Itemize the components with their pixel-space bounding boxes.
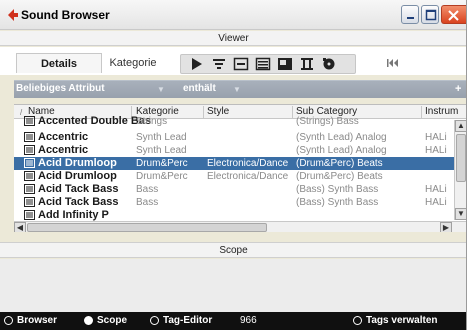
filter-icon[interactable]	[211, 57, 227, 71]
minimize-icon	[407, 17, 414, 19]
cell-sub-category: (Bass) Synth Bass	[296, 184, 379, 195]
preset-icon	[24, 184, 35, 194]
cell-kategorie: Bass	[136, 184, 159, 195]
play-icon[interactable]	[189, 57, 205, 71]
tag-editor-label[interactable]: Tag-Editor	[163, 315, 212, 326]
preset-icon	[24, 197, 35, 207]
tags-manage-label[interactable]: Tags verwalten	[366, 315, 438, 326]
scroll-right-button[interactable]: ▶	[440, 222, 452, 232]
skip-to-start-icon[interactable]	[386, 57, 400, 69]
results-table: / Name Kategorie Style Sub Category Inst…	[14, 104, 466, 232]
table-row[interactable]: Acid Tack Bass Bass (Bass) Synth Bass HALi	[14, 196, 454, 209]
cell-sub-category: (Drum&Perc) Beats	[296, 158, 383, 169]
tags-manage-radio[interactable]	[353, 316, 362, 325]
cell-name: Accentric	[38, 144, 89, 156]
tab-details[interactable]: Details	[16, 53, 102, 73]
disc-icon[interactable]	[321, 57, 337, 71]
cell-name: Acid Tack Bass	[38, 196, 119, 208]
cell-instrument: HALi	[425, 132, 447, 143]
cell-name: Acid Drumloop	[38, 170, 117, 182]
cell-kategorie: Synth Lead	[136, 145, 187, 156]
preset-icon	[24, 210, 35, 220]
preset-icon	[24, 158, 35, 168]
browser-radio[interactable]	[4, 316, 13, 325]
dropdown-arrow-icon[interactable]: ▼	[233, 85, 241, 94]
table-row[interactable]: Accentric Synth Lead (Synth Lead) Analog HA…	[14, 131, 454, 144]
title-bar[interactable]: Sound Browser	[0, 0, 466, 30]
table-row[interactable]: Accentric Synth Lead (Synth Lead) Analog HA…	[14, 144, 454, 157]
details-view-icon[interactable]	[255, 57, 271, 71]
list-view-icon[interactable]	[233, 57, 249, 71]
tile-view-icon[interactable]	[299, 57, 315, 71]
sound-browser-window: Sound Browser Viewer Details Kategorie B…	[0, 0, 467, 330]
tab-kategorie[interactable]: Kategorie	[104, 53, 162, 73]
cell-sub-category: (Bass) Synth Bass	[296, 197, 379, 208]
filter-attribute-select[interactable]: Beliebiges Attribut	[16, 83, 105, 94]
dropdown-arrow-icon[interactable]: ▼	[157, 85, 165, 94]
vertical-scrollbar[interactable]: ▲ ▼	[454, 120, 466, 220]
cell-kategorie: Drum&Perc	[136, 171, 188, 182]
cell-sub-category: (Synth Lead) Analog	[296, 145, 387, 156]
cell-kategorie: Bass	[136, 197, 159, 208]
scope-area	[0, 259, 466, 312]
filter-row: Beliebiges Attribut ▼ enthält ▼ +	[14, 80, 466, 98]
scroll-down-button[interactable]: ▼	[455, 208, 466, 220]
preset-icon	[24, 145, 35, 155]
table-row[interactable]: Acid Drumloop Drum&Perc Electronica/Dance (…	[14, 170, 454, 183]
window-icon[interactable]	[277, 57, 293, 71]
cell-instrument: HALi	[425, 184, 447, 195]
add-filter-button[interactable]: +	[455, 83, 461, 95]
scroll-up-button[interactable]: ▲	[455, 120, 466, 132]
horizontal-scrollbar[interactable]: ◀ ▶	[14, 221, 466, 232]
back-arrow-icon	[8, 9, 18, 21]
browser-label[interactable]: Browser	[17, 315, 57, 326]
cell-instrument: HALi	[425, 145, 447, 156]
scope-radio[interactable]	[84, 316, 93, 325]
cell-instrument: HALi	[425, 197, 447, 208]
maximize-button[interactable]	[421, 5, 439, 24]
cell-style: Electronica/Dance	[207, 171, 289, 182]
cell-name: Accented Double Bas	[38, 115, 152, 127]
table-row[interactable]: Acid Drumloop Drum&Perc Electronica/Dance (…	[14, 157, 454, 170]
preset-icon	[24, 171, 35, 181]
preset-icon	[24, 116, 35, 126]
table-row[interactable]: Acid Tack Bass Bass (Bass) Synth Bass HALi	[14, 183, 454, 196]
scope-label[interactable]: Scope	[97, 315, 127, 326]
scope-header: Scope	[0, 242, 466, 258]
cell-style: Electronica/Dance	[207, 158, 289, 169]
result-count: 966	[240, 315, 257, 326]
window-title: Sound Browser	[21, 8, 110, 22]
preset-icon	[24, 132, 35, 142]
cell-kategorie: Synth Lead	[136, 132, 187, 143]
cell-kategorie: Drum&Perc	[136, 158, 188, 169]
close-button[interactable]	[441, 5, 466, 24]
filter-operator-select[interactable]: enthält	[183, 83, 216, 94]
cell-sub-category: (Drum&Perc) Beats	[296, 171, 383, 182]
close-icon	[448, 10, 459, 21]
scroll-thumb[interactable]	[27, 223, 267, 232]
scroll-thumb[interactable]	[456, 134, 466, 182]
maximize-icon	[425, 9, 437, 21]
cell-sub-category: (Strings) Bass	[296, 116, 359, 127]
status-bar: Browser Scope Tag-Editor 966 Tags verwal…	[0, 312, 466, 330]
tag-editor-radio[interactable]	[150, 316, 159, 325]
table-row[interactable]: Accented Double Bas Strings (Strings) Bass	[14, 115, 454, 128]
cell-name: Acid Drumloop	[38, 157, 117, 169]
minimize-button[interactable]	[401, 5, 419, 24]
tab-row: Details Kategorie	[0, 47, 466, 75]
cell-kategorie: Strings	[136, 116, 168, 127]
scroll-left-button[interactable]: ◀	[14, 222, 26, 232]
viewer-header: Viewer	[0, 31, 466, 46]
view-toolbar	[180, 54, 356, 74]
cell-name: Accentric	[38, 131, 89, 143]
cell-name: Acid Tack Bass	[38, 183, 119, 195]
cell-sub-category: (Synth Lead) Analog	[296, 132, 387, 143]
